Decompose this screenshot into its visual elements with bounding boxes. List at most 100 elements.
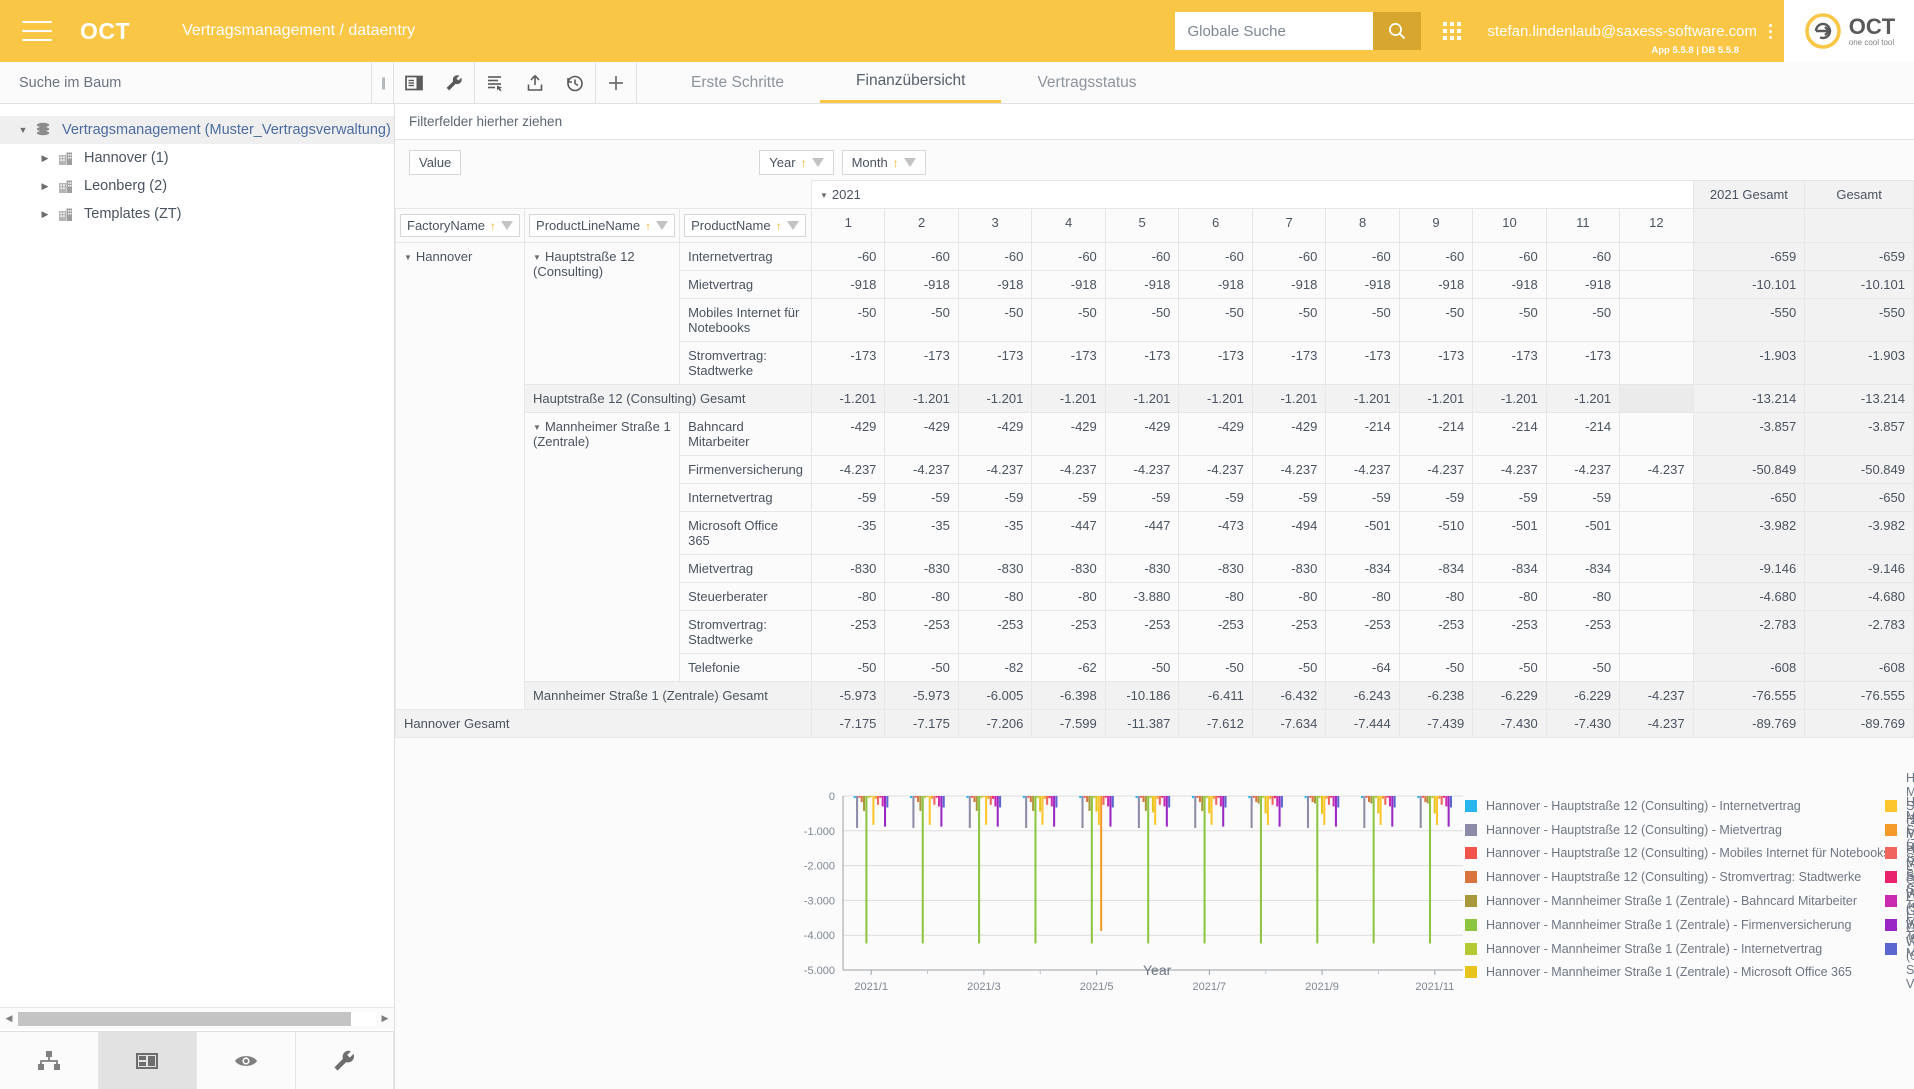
table-cell-value[interactable]: -7.599 [1032, 710, 1105, 738]
table-cell-value[interactable]: -6.229 [1546, 682, 1619, 710]
table-cell-value[interactable]: -429 [1252, 413, 1325, 456]
sort-asc-icon[interactable]: ↑ [801, 156, 807, 170]
table-cell-value[interactable]: -50 [1546, 299, 1619, 342]
table-cell-value[interactable]: -1.201 [1252, 385, 1325, 413]
legend-item[interactable]: Hannover - Hauptstraße 12 (Consulting) -… [1465, 818, 1890, 842]
chevron-right-icon[interactable]: ▶ [36, 181, 54, 192]
table-cell-value[interactable]: -253 [1032, 611, 1105, 654]
table-row[interactable]: ▼Hannover▼Hauptstraße 12 (Consulting)Int… [396, 243, 1914, 271]
table-cell-value[interactable]: -429 [1179, 413, 1252, 456]
month-header[interactable]: 11 [1546, 209, 1619, 243]
table-cell-value[interactable]: -64 [1326, 654, 1399, 682]
chevron-right-icon[interactable]: ▶ [36, 209, 54, 220]
legend-item[interactable]: Hannover - Mannheimer Straße 1 (Zentrale… [1465, 961, 1890, 985]
row-group-productline[interactable]: ▼Hauptstraße 12 (Consulting) [525, 243, 680, 385]
table-cell-year-total[interactable]: -13.214 [1693, 385, 1805, 413]
table-cell-year-total[interactable]: -659 [1693, 243, 1805, 271]
table-cell-value[interactable]: -4.237 [1252, 456, 1325, 484]
table-cell-value[interactable]: -918 [1105, 271, 1179, 299]
table-cell-grand-total[interactable]: -89.769 [1805, 710, 1914, 738]
table-cell-year-total[interactable]: -650 [1693, 484, 1805, 512]
table-cell-value[interactable]: -173 [1473, 342, 1546, 385]
table-cell-value[interactable] [1620, 342, 1693, 385]
table-cell-value[interactable]: -214 [1399, 413, 1472, 456]
table-cell-value[interactable]: -4.237 [1179, 456, 1252, 484]
table-cell-value[interactable]: -50 [811, 299, 884, 342]
chevron-right-icon[interactable]: ▶ [36, 153, 54, 164]
table-cell-value[interactable]: -80 [885, 583, 958, 611]
apps-grid-icon[interactable] [1443, 22, 1461, 40]
table-cell-year-total[interactable]: -76.555 [1693, 682, 1805, 710]
table-cell-value[interactable] [1620, 611, 1693, 654]
table-cell-value[interactable]: -429 [958, 413, 1031, 456]
month-header[interactable]: 2 [885, 209, 958, 243]
table-cell-value[interactable]: -10.186 [1105, 682, 1179, 710]
month-header[interactable]: 3 [958, 209, 1031, 243]
table-cell-value[interactable]: -830 [885, 555, 958, 583]
scrollbar-track[interactable] [18, 1012, 376, 1026]
table-cell-value[interactable]: -60 [1473, 243, 1546, 271]
user-menu[interactable]: stefan.lindenlaub@saxess-software.com Ap… [1487, 23, 1763, 40]
hamburger-icon[interactable] [22, 21, 52, 41]
table-cell-value[interactable]: -830 [1252, 555, 1325, 583]
table-cell-value[interactable]: -429 [1105, 413, 1179, 456]
table-cell-value[interactable]: -4.237 [958, 456, 1031, 484]
table-cell-year-total[interactable]: -10.101 [1693, 271, 1805, 299]
table-cell-grand-total[interactable]: -2.783 [1805, 611, 1914, 654]
legend-item[interactable]: Hannover - Mannheimer Straße 1 (Zentrale… [1465, 889, 1890, 913]
month-header[interactable]: 9 [1399, 209, 1472, 243]
legend-item[interactable]: Hannover - Hauptstraße 12 (Consulting) -… [1465, 865, 1890, 889]
month-header[interactable]: 12 [1620, 209, 1693, 243]
table-cell-value[interactable]: -4.237 [885, 456, 958, 484]
table-cell-value[interactable]: -5.973 [811, 682, 884, 710]
table-cell-value[interactable]: -173 [1326, 342, 1399, 385]
chevron-down-icon[interactable]: ▼ [820, 191, 828, 200]
table-cell-value[interactable]: -50 [1179, 654, 1252, 682]
table-cell-value[interactable]: -60 [1546, 243, 1619, 271]
table-cell-value[interactable]: -4.237 [1620, 456, 1693, 484]
table-cell-value[interactable]: -253 [1252, 611, 1325, 654]
table-cell-value[interactable]: -173 [1399, 342, 1472, 385]
table-cell-value[interactable]: -4.237 [1399, 456, 1472, 484]
eye-icon[interactable] [197, 1032, 296, 1089]
table-cell-value[interactable]: -6.411 [1179, 682, 1252, 710]
table-cell-year-total[interactable]: -608 [1693, 654, 1805, 682]
table-cell-value[interactable]: -59 [1326, 484, 1399, 512]
table-cell-value[interactable]: -59 [1032, 484, 1105, 512]
filter-icon[interactable] [904, 158, 916, 167]
table-cell-grand-total[interactable]: -659 [1805, 243, 1914, 271]
table-cell-value[interactable]: -173 [885, 342, 958, 385]
table-cell-value[interactable]: -60 [958, 243, 1031, 271]
table-cell-value[interactable]: -50 [811, 654, 884, 682]
table-cell-value[interactable]: -59 [811, 484, 884, 512]
table-cell-year-total[interactable]: -3.982 [1693, 512, 1805, 555]
table-cell-value[interactable]: -173 [811, 342, 884, 385]
table-cell-value[interactable]: -60 [885, 243, 958, 271]
table-cell-value[interactable]: -830 [1105, 555, 1179, 583]
table-cell-grand-total[interactable]: -3.857 [1805, 413, 1914, 456]
filter-icon[interactable] [812, 158, 824, 167]
table-cell-value[interactable]: -918 [958, 271, 1031, 299]
row-field-chip-productname[interactable]: ProductName ↑ [680, 209, 812, 243]
wrench-icon[interactable] [296, 1032, 395, 1089]
legend-item[interactable]: Hannover - Mannheimer Straße 1 (Zentrale… [1465, 937, 1890, 961]
table-cell-grand-total[interactable]: -4.680 [1805, 583, 1914, 611]
tree-item-leonberg[interactable]: ▶ Leonberg (2) [0, 172, 394, 200]
table-cell-value[interactable]: -82 [958, 654, 1031, 682]
table-cell-value[interactable]: -253 [1399, 611, 1472, 654]
sort-asc-icon[interactable]: ↑ [776, 219, 782, 233]
month-header[interactable]: 4 [1032, 209, 1105, 243]
more-vertical-icon[interactable] [1769, 24, 1772, 39]
table-cell-value[interactable]: -80 [1179, 583, 1252, 611]
table-cell-value[interactable]: -59 [1546, 484, 1619, 512]
table-cell-value[interactable]: -80 [1326, 583, 1399, 611]
table-cell-value[interactable]: -59 [1399, 484, 1472, 512]
table-cell-value[interactable]: -834 [1473, 555, 1546, 583]
table-cell-value[interactable]: -4.237 [1032, 456, 1105, 484]
scrollbar-thumb[interactable] [18, 1012, 351, 1026]
panel-resize-handle[interactable]: || [372, 62, 394, 103]
table-cell-value[interactable]: -501 [1326, 512, 1399, 555]
table-cell-value[interactable] [1620, 555, 1693, 583]
tab-finanzuebersicht[interactable]: Finanzübersicht [820, 62, 1001, 103]
table-cell-value[interactable]: -6.432 [1252, 682, 1325, 710]
